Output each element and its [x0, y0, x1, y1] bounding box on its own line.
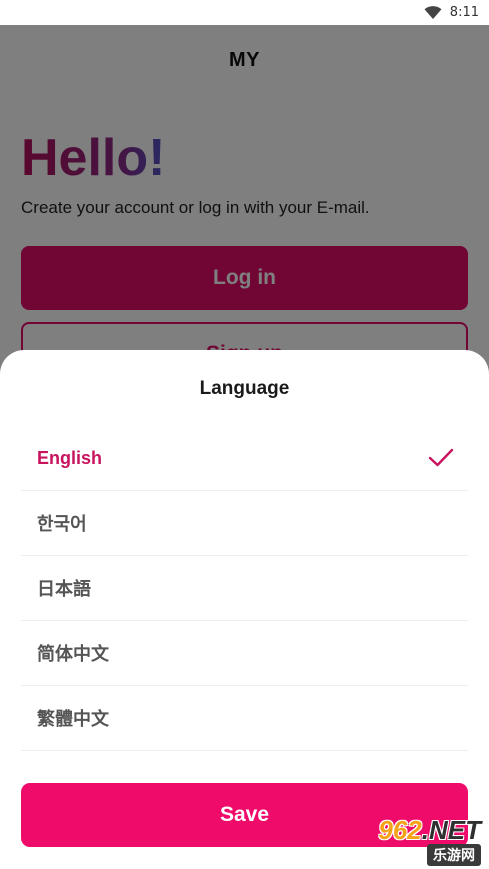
language-label: 繁體中文 — [37, 709, 109, 730]
check-icon — [428, 448, 454, 467]
sheet-title: Language — [199, 378, 290, 399]
language-label: 한국어 — [37, 514, 87, 535]
language-option-japanese[interactable]: 日本語 — [21, 556, 468, 621]
language-bottom-sheet: Language English 한국어 日本語 简体中文 繁體中文 Save — [0, 350, 489, 869]
wifi-icon — [424, 5, 442, 19]
language-list: English 한국어 日本語 简体中文 繁體中文 — [21, 426, 468, 751]
language-label: 简体中文 — [37, 644, 109, 665]
language-label: English — [37, 447, 103, 468]
language-label: 日本語 — [37, 579, 91, 600]
language-option-english[interactable]: English — [21, 426, 468, 491]
language-option-traditional-chinese[interactable]: 繁體中文 — [21, 686, 468, 751]
status-bar: 8:11 — [0, 0, 489, 25]
language-option-korean[interactable]: 한국어 — [21, 491, 468, 556]
save-button[interactable]: Save — [21, 783, 468, 847]
language-option-simplified-chinese[interactable]: 简体中文 — [21, 621, 468, 686]
status-time: 8:11 — [449, 5, 479, 20]
